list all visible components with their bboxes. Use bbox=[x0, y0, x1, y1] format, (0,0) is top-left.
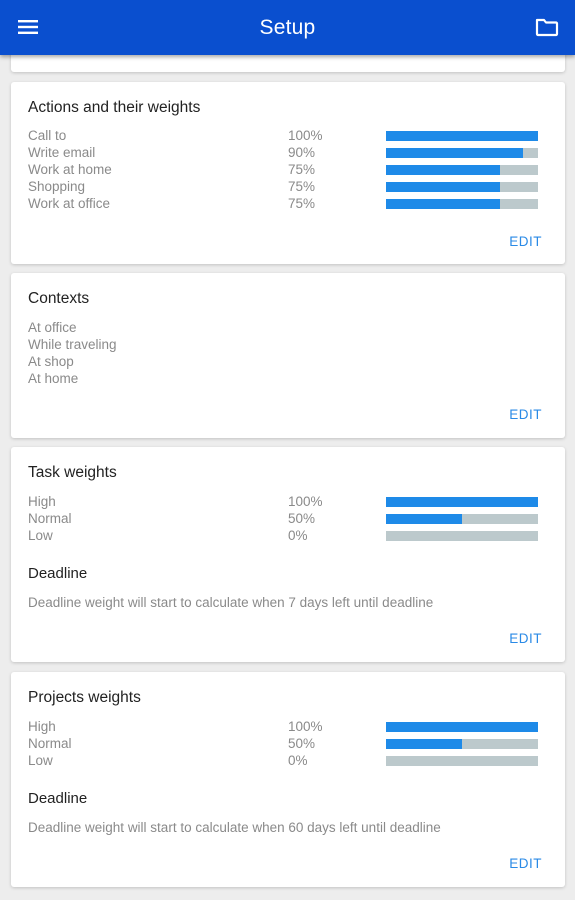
actions-card-title: Actions and their weights bbox=[28, 99, 201, 116]
actions-card: Actions and their weights Call to 100% W… bbox=[11, 82, 565, 264]
weight-bar-fill bbox=[386, 199, 500, 209]
deadline-description: Deadline weight will start to calculate … bbox=[28, 820, 441, 835]
action-row: Work at home 75% bbox=[28, 162, 548, 179]
deadline-description: Deadline weight will start to calculate … bbox=[28, 595, 434, 610]
weight-bar-fill bbox=[386, 514, 462, 524]
priority-percent: 0% bbox=[288, 528, 308, 543]
weight-bar-fill bbox=[386, 722, 538, 732]
contexts-edit-button[interactable]: EDIT bbox=[509, 407, 542, 422]
weight-bar bbox=[386, 739, 538, 749]
projects-weights-edit-button[interactable]: EDIT bbox=[509, 856, 542, 871]
action-percent: 75% bbox=[288, 196, 316, 211]
weight-bar bbox=[386, 182, 538, 192]
task-weight-row: High 100% bbox=[28, 494, 548, 511]
priority-label: High bbox=[28, 494, 56, 509]
priority-percent: 100% bbox=[288, 494, 323, 509]
previous-card bbox=[11, 55, 565, 72]
weight-bar bbox=[386, 722, 538, 732]
action-percent: 90% bbox=[288, 145, 316, 160]
contexts-card: Contexts At office While traveling At sh… bbox=[11, 273, 565, 438]
project-weight-row: Normal 50% bbox=[28, 736, 548, 753]
context-item: At home bbox=[28, 371, 79, 386]
setup-content[interactable]: Actions and their weights Call to 100% W… bbox=[0, 55, 575, 900]
action-label: Work at home bbox=[28, 162, 112, 177]
deadline-heading: Deadline bbox=[28, 565, 88, 582]
weight-bar bbox=[386, 756, 538, 766]
weight-bar-fill bbox=[386, 182, 500, 192]
weight-bar bbox=[386, 497, 538, 507]
action-label: Work at office bbox=[28, 196, 111, 211]
page-title: Setup bbox=[259, 15, 316, 39]
action-row: Shopping 75% bbox=[28, 179, 548, 196]
weight-bar-fill bbox=[386, 131, 538, 141]
priority-percent: 50% bbox=[288, 511, 316, 526]
weight-bar bbox=[386, 131, 538, 141]
project-weight-row: Low 0% bbox=[28, 753, 548, 770]
action-label: Shopping bbox=[28, 179, 86, 194]
context-item: At shop bbox=[28, 354, 74, 369]
project-weight-row: High 100% bbox=[28, 719, 548, 736]
task-weight-row: Normal 50% bbox=[28, 511, 548, 528]
projects-weights-title: Projects weights bbox=[28, 689, 141, 706]
task-weights-title: Task weights bbox=[28, 464, 117, 481]
hamburger-menu-icon[interactable] bbox=[12, 13, 44, 41]
weight-bar bbox=[386, 531, 538, 541]
weight-bar bbox=[386, 148, 538, 158]
weight-bar-fill bbox=[386, 148, 523, 158]
actions-edit-button[interactable]: EDIT bbox=[509, 234, 542, 249]
priority-label: Normal bbox=[28, 736, 72, 751]
weight-bar-fill bbox=[386, 739, 462, 749]
action-row: Work at office 75% bbox=[28, 196, 548, 213]
task-weights-card: Task weights High 100% Normal 50% Low 0%… bbox=[11, 447, 565, 662]
weight-bar-fill bbox=[386, 165, 500, 175]
priority-percent: 100% bbox=[288, 719, 323, 734]
task-weights-edit-button[interactable]: EDIT bbox=[509, 631, 542, 646]
action-row: Write email 90% bbox=[28, 145, 548, 162]
projects-weights-card: Projects weights High 100% Normal 50% Lo… bbox=[11, 672, 565, 887]
action-percent: 100% bbox=[288, 128, 323, 143]
action-label: Write email bbox=[28, 145, 96, 160]
action-percent: 75% bbox=[288, 162, 316, 177]
priority-percent: 0% bbox=[288, 753, 308, 768]
folder-icon[interactable] bbox=[531, 13, 563, 41]
action-label: Call to bbox=[28, 128, 67, 143]
context-item: At office bbox=[28, 320, 77, 335]
priority-percent: 50% bbox=[288, 736, 316, 751]
priority-label: High bbox=[28, 719, 56, 734]
app-bar: Setup bbox=[0, 0, 575, 55]
priority-label: Normal bbox=[28, 511, 72, 526]
weight-bar bbox=[386, 199, 538, 209]
contexts-card-title: Contexts bbox=[28, 290, 90, 307]
deadline-heading: Deadline bbox=[28, 790, 88, 807]
action-percent: 75% bbox=[288, 179, 316, 194]
weight-bar-fill bbox=[386, 497, 538, 507]
priority-label: Low bbox=[28, 753, 53, 768]
task-weight-row: Low 0% bbox=[28, 528, 548, 545]
weight-bar bbox=[386, 514, 538, 524]
action-row: Call to 100% bbox=[28, 128, 548, 145]
weight-bar bbox=[386, 165, 538, 175]
context-item: While traveling bbox=[28, 337, 117, 352]
priority-label: Low bbox=[28, 528, 53, 543]
